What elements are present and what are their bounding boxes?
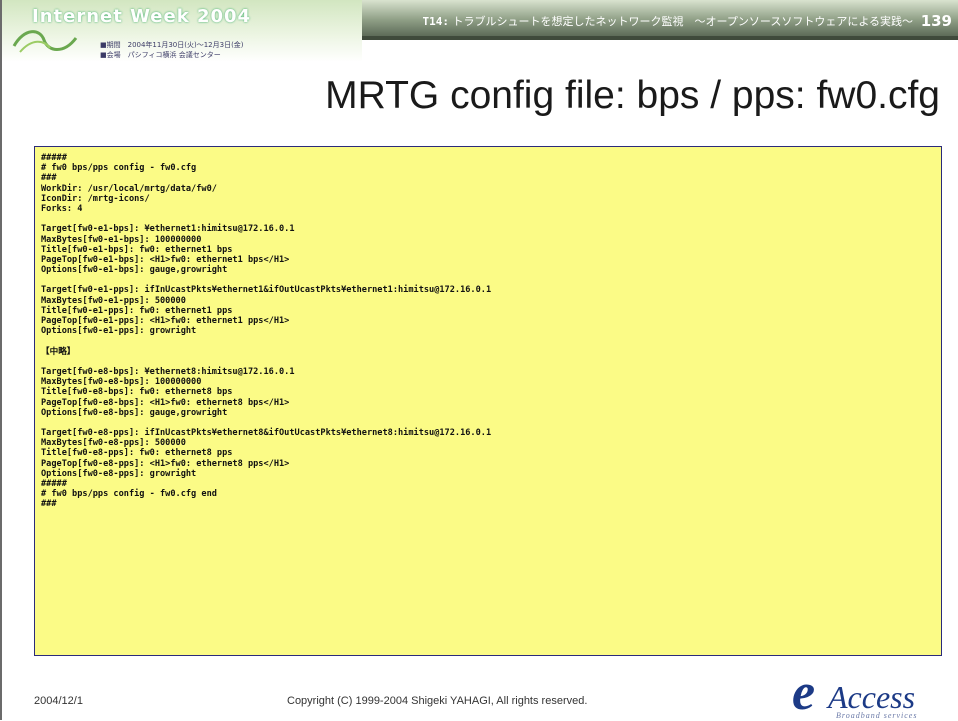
code-line: 【中略】 [41,346,76,357]
footer-copyright: Copyright (C) 1999-2004 Shigeki YAHAGI, … [287,695,588,707]
event-logo-area: Internet Week 2004 ■期間 2004年11月30日(火)～12… [2,0,362,62]
code-line: Forks: 4 [41,203,83,214]
eaccess-logo-letter: e [792,664,816,721]
event-dates: ■期間 2004年11月30日(火)～12月3日(金) [100,41,244,49]
code-line: ### [41,499,57,510]
event-logo: Internet Week 2004 [32,6,252,27]
code-line: PageTop[fw0-e1-pps]: <H1>fw0: ethernet1 … [41,316,290,326]
code-line: MaxBytes[fw0-e8-pps]: 500000 [41,438,186,449]
slide: Internet Week 2004 ■期間 2004年11月30日(火)～12… [0,0,958,720]
code-line: PageTop[fw0-e8-bps]: <H1>fw0: ethernet8 … [41,397,290,408]
code-line: ##### [41,479,67,489]
code-line: WorkDir: /usr/local/mrtg/data/fw0/ [41,183,217,194]
session-code: T14: [422,15,450,28]
code-line: # fw0 bps/pps config - fw0.cfg end [41,489,217,500]
code-line: Options[fw0-e1-bps]: gauge,growright [41,265,228,276]
code-line: Target[fw0-e8-pps]: ifInUcastPkts¥ethern… [41,428,492,439]
code-line: PageTop[fw0-e1-bps]: <H1>fw0: ethernet1 … [41,254,290,265]
eaccess-logo-word: Access [828,679,916,715]
config-code-box: ##### # fw0 bps/pps config - fw0.cfg ### Wo… [34,146,942,656]
code-line: Options[fw0-e8-bps]: gauge,growright [41,407,228,418]
code-line: Title[fw0-e8-bps]: fw0: ethernet8 bps [41,387,233,398]
page-number: 139 [920,12,952,30]
code-line: # fw0 bps/pps config - fw0.cfg [41,163,197,174]
event-venue: ■会場 パシフィコ横浜 会議センター [100,51,221,59]
swirl-logo-icon [12,30,78,53]
code-line: PageTop[fw0-e8-pps]: <H1>fw0: ethernet8 … [41,458,290,469]
code-line: Title[fw0-e1-pps]: fw0: ethernet1 pps [41,305,233,316]
footer-date: 2004/12/1 [34,695,83,707]
code-line: Title[fw0-e8-pps]: fw0: ethernet8 pps [41,448,233,459]
code-line: Options[fw0-e8-pps]: growright [41,468,197,479]
slide-title: MRTG config file: bps / pps: fw0.cfg [325,74,940,117]
session-name: トラブルシュートを想定したネットワーク監視 ～オープンソースソフトウェアによる実… [452,15,913,28]
code-line: MaxBytes[fw0-e1-pps]: 500000 [41,295,186,306]
code-line: Target[fw0-e8-bps]: ¥ethernet8:himitsu@1… [41,366,295,377]
code-line: Target[fw0-e1-bps]: ¥ethernet1:himitsu@1… [41,224,295,235]
code-line: ### [41,173,57,184]
session-title: T14: トラブルシュートを想定したネットワーク監視 ～オープンソースソフトウェ… [423,13,913,29]
code-line: Options[fw0-e1-pps]: growright [41,326,197,337]
code-line: Target[fw0-e1-pps]: ifInUcastPkts¥ethern… [41,285,492,296]
code-line: Title[fw0-e1-bps]: fw0: ethernet1 bps [41,244,233,255]
code-line: ##### [41,153,67,163]
eaccess-logo-tagline: Broadband services [836,711,918,720]
eaccess-logo: e Access Broadband services [770,664,958,721]
code-line: MaxBytes[fw0-e8-bps]: 100000000 [41,377,202,388]
config-code: ##### # fw0 bps/pps config - fw0.cfg ### Wo… [41,153,935,510]
code-line: MaxBytes[fw0-e1-bps]: 100000000 [41,234,202,245]
code-line: IconDir: /mrtg-icons/ [41,193,150,204]
